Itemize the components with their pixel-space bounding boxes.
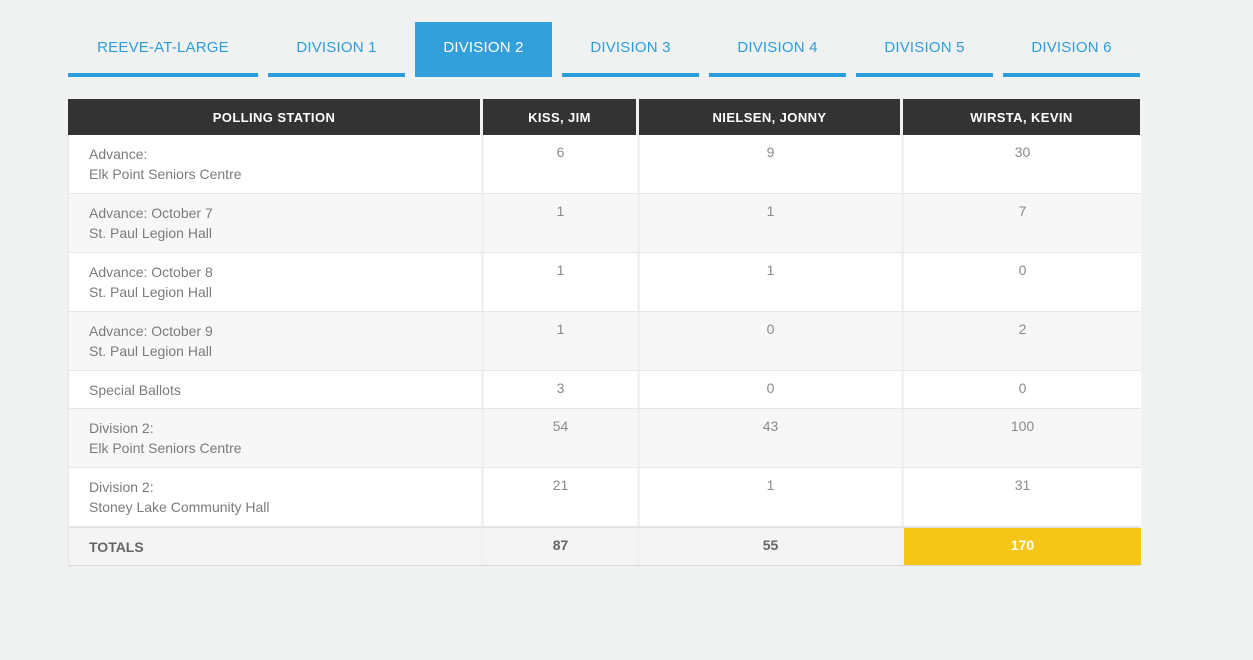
value-cell: 0 bbox=[904, 371, 1141, 408]
station-cell: Advance: October 7 St. Paul Legion Hall bbox=[69, 194, 481, 252]
value-cell: 100 bbox=[904, 409, 1141, 467]
station-line-1: Advance: bbox=[89, 144, 481, 164]
table-row: Advance: October 7 St. Paul Legion Hall … bbox=[69, 194, 1139, 253]
station-line-2: Elk Point Seniors Centre bbox=[89, 164, 481, 184]
table-row: Advance: October 9 St. Paul Legion Hall … bbox=[69, 312, 1139, 371]
station-line-2: St. Paul Legion Hall bbox=[89, 341, 481, 361]
polling-results-table: POLLING STATION KISS, JIM NIELSEN, JONNY… bbox=[68, 99, 1140, 566]
tab-reeve-at-large[interactable]: REEVE-AT-LARGE bbox=[68, 22, 258, 77]
column-header-wirsta-kevin: WIRSTA, KEVIN bbox=[903, 99, 1140, 135]
tab-division-5[interactable]: DIVISION 5 bbox=[856, 22, 993, 77]
table-header-row: POLLING STATION KISS, JIM NIELSEN, JONNY… bbox=[68, 99, 1140, 135]
table-row: Division 2: Elk Point Seniors Centre 54 … bbox=[69, 409, 1139, 468]
total-cell-kiss-jim: 87 bbox=[484, 528, 637, 565]
tab-division-1[interactable]: DIVISION 1 bbox=[268, 22, 405, 77]
value-cell: 1 bbox=[484, 253, 637, 311]
station-line-2: Stoney Lake Community Hall bbox=[89, 497, 481, 517]
station-line-2: St. Paul Legion Hall bbox=[89, 282, 481, 302]
table-row: Division 2: Stoney Lake Community Hall 2… bbox=[69, 468, 1139, 527]
station-line-1: Division 2: bbox=[89, 418, 481, 438]
station-cell: Division 2: Elk Point Seniors Centre bbox=[69, 409, 481, 467]
station-line-1: Advance: October 8 bbox=[89, 262, 481, 282]
station-cell: Special Ballots bbox=[69, 371, 481, 408]
column-header-polling-station: POLLING STATION bbox=[68, 99, 480, 135]
table-row: Advance: Elk Point Seniors Centre 6 9 30 bbox=[69, 135, 1139, 194]
election-results-page: REEVE-AT-LARGE DIVISION 1 DIVISION 2 DIV… bbox=[0, 0, 1253, 660]
tab-division-2[interactable]: DIVISION 2 bbox=[415, 22, 552, 77]
tab-division-6[interactable]: DIVISION 6 bbox=[1003, 22, 1140, 77]
station-line-2: St. Paul Legion Hall bbox=[89, 223, 481, 243]
totals-label: TOTALS bbox=[89, 537, 481, 557]
table-row: Special Ballots 3 0 0 bbox=[69, 371, 1139, 409]
value-cell: 1 bbox=[640, 253, 901, 311]
totals-row: TOTALS 87 55 170 bbox=[69, 527, 1139, 565]
station-line-1: Advance: October 7 bbox=[89, 203, 481, 223]
value-cell: 9 bbox=[640, 135, 901, 193]
station-line-2: Elk Point Seniors Centre bbox=[89, 438, 481, 458]
value-cell: 43 bbox=[640, 409, 901, 467]
totals-label-cell: TOTALS bbox=[69, 528, 481, 565]
value-cell: 1 bbox=[640, 468, 901, 526]
value-cell: 1 bbox=[484, 312, 637, 370]
value-cell: 1 bbox=[484, 194, 637, 252]
station-line-1: Advance: October 9 bbox=[89, 321, 481, 341]
table-body: Advance: Elk Point Seniors Centre 6 9 30… bbox=[68, 135, 1140, 566]
station-line-1: Special Ballots bbox=[89, 380, 481, 400]
value-cell: 30 bbox=[904, 135, 1141, 193]
value-cell: 2 bbox=[904, 312, 1141, 370]
value-cell: 7 bbox=[904, 194, 1141, 252]
column-header-kiss-jim: KISS, JIM bbox=[483, 99, 636, 135]
station-cell: Advance: October 8 St. Paul Legion Hall bbox=[69, 253, 481, 311]
table-row: Advance: October 8 St. Paul Legion Hall … bbox=[69, 253, 1139, 312]
tab-division-3[interactable]: DIVISION 3 bbox=[562, 22, 699, 77]
division-tab-bar: REEVE-AT-LARGE DIVISION 1 DIVISION 2 DIV… bbox=[68, 22, 1140, 77]
station-line-1: Division 2: bbox=[89, 477, 481, 497]
total-cell-nielsen-jonny: 55 bbox=[640, 528, 901, 565]
value-cell: 21 bbox=[484, 468, 637, 526]
column-header-nielsen-jonny: NIELSEN, JONNY bbox=[639, 99, 900, 135]
winner-total-cell: 170 bbox=[904, 528, 1141, 565]
value-cell: 0 bbox=[640, 312, 901, 370]
station-cell: Advance: Elk Point Seniors Centre bbox=[69, 135, 481, 193]
station-cell: Advance: October 9 St. Paul Legion Hall bbox=[69, 312, 481, 370]
station-cell: Division 2: Stoney Lake Community Hall bbox=[69, 468, 481, 526]
tab-division-4[interactable]: DIVISION 4 bbox=[709, 22, 846, 77]
value-cell: 1 bbox=[640, 194, 901, 252]
value-cell: 31 bbox=[904, 468, 1141, 526]
value-cell: 3 bbox=[484, 371, 637, 408]
value-cell: 0 bbox=[640, 371, 901, 408]
value-cell: 6 bbox=[484, 135, 637, 193]
value-cell: 0 bbox=[904, 253, 1141, 311]
value-cell: 54 bbox=[484, 409, 637, 467]
